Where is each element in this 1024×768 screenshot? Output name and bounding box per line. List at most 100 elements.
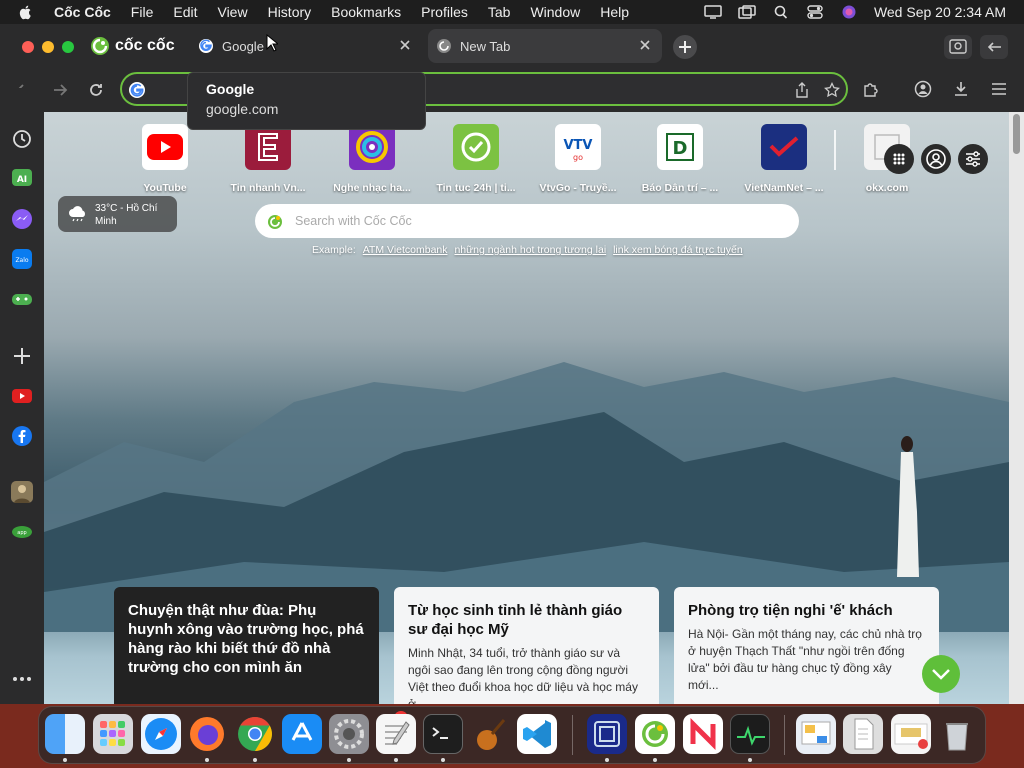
garageband-icon[interactable]: [470, 714, 510, 754]
coccoc-brand: cốc cốc: [90, 36, 175, 56]
menu-tab[interactable]: Tab: [488, 4, 511, 20]
shortcut-dantri[interactable]: D Báo Dân trí – ...: [628, 124, 732, 194]
news-icon[interactable]: [683, 714, 723, 754]
shortcut-youtube[interactable]: YouTube: [113, 124, 217, 194]
error-page-icon[interactable]: [891, 714, 931, 754]
account-button[interactable]: [921, 144, 951, 174]
google-favicon-icon: [199, 39, 213, 53]
history-icon[interactable]: [11, 128, 33, 150]
ai-chat-icon[interactable]: AI: [11, 168, 33, 190]
safari-icon[interactable]: [141, 714, 181, 754]
window-minimize-button[interactable]: [42, 41, 54, 53]
messenger-icon[interactable]: [11, 208, 33, 230]
menu-file[interactable]: File: [131, 4, 154, 20]
shortcut-vietnamnet[interactable]: VietNamNet – ...: [732, 124, 836, 194]
new-tab-button[interactable]: [673, 35, 697, 59]
shortcut-tintuc24h[interactable]: Tin tuc 24h | ti...: [424, 124, 528, 194]
menu-view[interactable]: View: [217, 4, 247, 20]
firefox-icon[interactable]: [187, 714, 227, 754]
menu-profiles[interactable]: Profiles: [421, 4, 468, 20]
share-icon[interactable]: [794, 82, 810, 98]
display-icon[interactable]: [704, 5, 722, 19]
youtube-icon[interactable]: [11, 385, 33, 407]
menu-bar-clock[interactable]: Wed Sep 20 2:34 AM: [874, 4, 1006, 20]
tab-new-tab[interactable]: New Tab: [428, 29, 662, 63]
add-icon[interactable]: [11, 345, 33, 367]
launchpad-icon[interactable]: [93, 714, 133, 754]
news-card[interactable]: Phòng trọ tiện nghi 'ế' khách Hà Nội- Gầ…: [674, 587, 939, 704]
running-indicator: [253, 758, 257, 762]
textedit-icon[interactable]: [376, 714, 416, 754]
search-icon[interactable]: [772, 5, 790, 19]
facebook-icon[interactable]: [11, 425, 33, 447]
app-store-icon[interactable]: [282, 714, 322, 754]
example-link[interactable]: link xem bóng đá trực tuyến: [613, 244, 743, 256]
window-zoom-button[interactable]: [62, 41, 74, 53]
menu-bookmarks[interactable]: Bookmarks: [331, 4, 401, 20]
shortcut-label: Tin tuc 24h | ti...: [436, 182, 516, 194]
customize-button[interactable]: [958, 144, 988, 174]
menu-window[interactable]: Window: [530, 4, 580, 20]
google-icon: [129, 82, 145, 98]
activity-monitor-icon[interactable]: [730, 714, 770, 754]
terminal-icon[interactable]: [423, 714, 463, 754]
search-placeholder: Search with Cốc Cốc: [295, 214, 412, 228]
control-center-icon[interactable]: [806, 5, 824, 19]
chrome-icon[interactable]: [235, 714, 275, 754]
scroll-down-button[interactable]: [922, 655, 960, 693]
game-icon[interactable]: [11, 288, 33, 310]
apps-grid-button[interactable]: [884, 144, 914, 174]
coccoc-logo-icon: [91, 37, 109, 55]
shortcut-music[interactable]: Nghe nhạc ha...: [320, 124, 424, 194]
shortcut-vtvgo[interactable]: VTV go VtvGo - Truyề...: [526, 124, 630, 194]
menu-help[interactable]: Help: [600, 4, 629, 20]
document-icon[interactable]: [843, 714, 883, 754]
qemu-icon[interactable]: [587, 714, 627, 754]
finder-icon[interactable]: [45, 714, 85, 754]
svg-text:AI: AI: [17, 175, 27, 185]
avatar-icon[interactable]: [11, 481, 33, 503]
bookmark-star-icon[interactable]: [824, 82, 840, 98]
menu-app-name[interactable]: Cốc Cốc: [54, 4, 111, 20]
plus-icon: [679, 41, 691, 53]
download-icon[interactable]: [952, 80, 970, 98]
tab-search-button[interactable]: [944, 35, 972, 59]
weather-widget[interactable]: 33°C - Hồ Chí Minh: [58, 196, 177, 232]
preview-icon[interactable]: [796, 714, 836, 754]
menu-icon[interactable]: [990, 80, 1008, 98]
extensions-icon[interactable]: [862, 80, 880, 98]
dock-divider: [784, 715, 785, 755]
profile-icon[interactable]: [914, 80, 932, 98]
cloud-rain-icon: [69, 206, 85, 222]
tab-google[interactable]: Google: [190, 29, 422, 63]
example-link[interactable]: những ngành hot trong tương lai: [454, 244, 606, 256]
tab-hover-tooltip: Google google.com: [187, 72, 426, 130]
page-scrollbar[interactable]: [1009, 112, 1024, 704]
scrollbar-thumb[interactable]: [1013, 114, 1020, 154]
siri-icon[interactable]: [840, 5, 858, 19]
news-card[interactable]: Từ học sinh tỉnh lẻ thành giáo sư đại họ…: [394, 587, 659, 704]
more-icon[interactable]: [11, 668, 33, 690]
shortcut-vnexpress[interactable]: Tin nhanh Vn...: [216, 124, 320, 194]
system-settings-icon[interactable]: [329, 714, 369, 754]
news-card[interactable]: Chuyện thật như đùa: Phụ huynh xông vào …: [114, 587, 379, 704]
zalo-icon[interactable]: Zalo: [11, 248, 33, 270]
close-icon[interactable]: [638, 38, 652, 52]
app-icon[interactable]: app: [11, 521, 33, 543]
trash-icon[interactable]: [937, 714, 977, 754]
forward-icon[interactable]: [50, 80, 70, 100]
example-link[interactable]: ATM Vietcombank: [363, 244, 448, 256]
apple-icon[interactable]: [18, 4, 34, 20]
coccoc-icon[interactable]: [635, 714, 675, 754]
vscode-icon[interactable]: [517, 714, 557, 754]
window-icon[interactable]: [738, 5, 756, 19]
reload-icon[interactable]: [86, 80, 106, 100]
window-close-button[interactable]: [22, 41, 34, 53]
menu-history[interactable]: History: [268, 4, 312, 20]
search-examples: Example: ATM Vietcombank những ngành hot…: [312, 244, 743, 256]
menu-edit[interactable]: Edit: [173, 4, 197, 20]
search-box[interactable]: Search with Cốc Cốc: [255, 204, 799, 238]
news-headline: Phòng trọ tiện nghi 'ế' khách: [688, 602, 893, 619]
sidebar-toggle-button[interactable]: [980, 35, 1008, 59]
close-icon[interactable]: [398, 38, 412, 52]
